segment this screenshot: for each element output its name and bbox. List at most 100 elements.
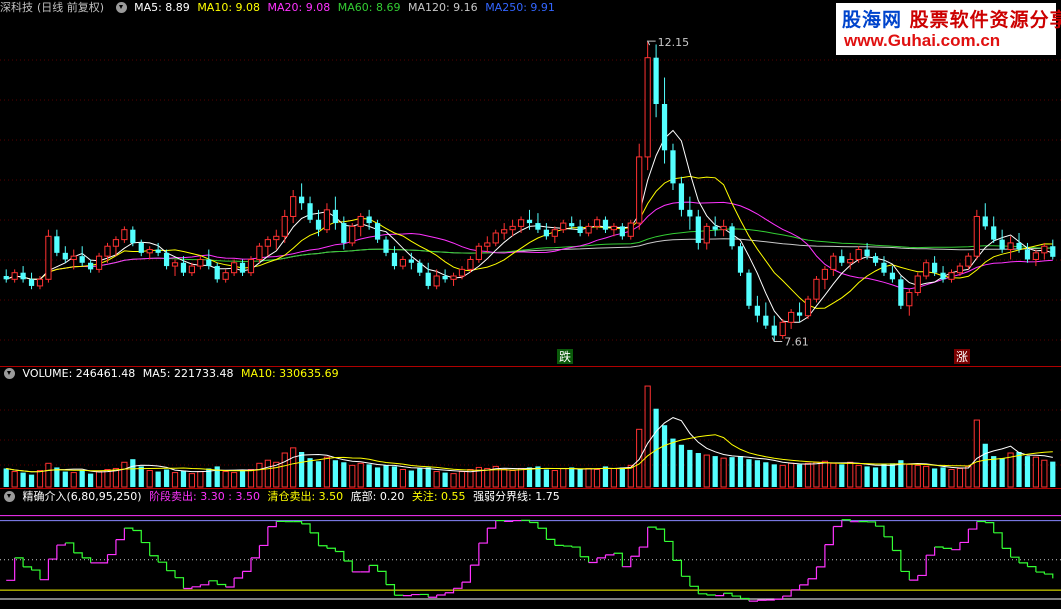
indicator-step <box>782 589 792 597</box>
volume-bar-down <box>3 468 9 487</box>
candle-body-down <box>737 246 744 273</box>
volume-bar-up <box>720 457 727 488</box>
candle-body-down <box>695 216 701 243</box>
volume-bar-down <box>991 456 997 487</box>
candle-body-down <box>408 259 414 263</box>
volume-bar-down <box>366 464 372 487</box>
candle-body-down <box>687 209 693 217</box>
candle-body-up <box>779 321 786 337</box>
volume-bar-up <box>484 467 491 488</box>
volume-bar-down <box>881 464 887 487</box>
candle-body-down <box>898 279 904 306</box>
candle-body-down <box>425 272 431 286</box>
indicator-step <box>613 552 623 567</box>
indicator-step <box>630 547 640 557</box>
candle-body-up <box>948 272 955 280</box>
indicator-step <box>242 557 252 572</box>
candle-body-down <box>332 209 338 224</box>
indicator-step <box>639 527 649 548</box>
indicator-step <box>141 541 151 556</box>
candle-body-down <box>712 226 718 230</box>
volume-bar-up <box>11 471 18 488</box>
indicator-step <box>951 542 961 551</box>
indicator-step <box>14 557 24 567</box>
volume-bar-down <box>526 467 533 487</box>
indicator-step <box>453 582 463 589</box>
volume-bar-down <box>417 468 423 487</box>
volume-bar-up <box>399 468 407 488</box>
candle-body-up <box>830 255 837 270</box>
candle-body-up <box>357 215 364 227</box>
candle-body-up <box>855 249 862 260</box>
low-price-label: 7.61 <box>784 335 809 348</box>
indicator-step <box>132 529 142 543</box>
volume-bar-up <box>197 471 204 488</box>
volume-bar-down <box>982 443 988 487</box>
indicator-step <box>976 520 986 523</box>
volume-bar-up <box>36 470 44 488</box>
volume-bar-up <box>956 467 964 488</box>
volume-bar-up <box>247 468 255 488</box>
volume-bar-down <box>88 473 94 487</box>
volume-bar-down <box>839 464 845 487</box>
volume-bar-down <box>1050 461 1056 487</box>
ma60-line <box>6 228 1053 280</box>
volume-bar-up <box>323 456 331 488</box>
volume-bar-down <box>746 459 752 487</box>
candle-body-up <box>813 278 820 300</box>
ma120-line <box>259 238 1053 262</box>
indicator-step <box>985 522 995 533</box>
volume-bar-down <box>332 460 338 487</box>
volume-bar-up <box>146 470 153 488</box>
indicator-step <box>1035 571 1045 575</box>
candle-body-up <box>551 229 558 237</box>
indicator-step <box>824 526 834 546</box>
indicator-step <box>259 526 269 547</box>
indicator-step <box>23 566 33 571</box>
candle-body-down <box>341 223 347 243</box>
indicator-step <box>521 519 531 523</box>
candle-body-down <box>864 249 870 257</box>
volume-bar-up <box>779 464 786 488</box>
indicator-step <box>402 594 412 597</box>
candle-body-up <box>399 258 407 267</box>
indicator-step <box>124 527 134 531</box>
volume-bar-up <box>585 467 592 488</box>
indicator-step <box>563 545 573 548</box>
candle-body-up <box>501 229 508 234</box>
indicator-step <box>934 546 944 549</box>
indicator-step <box>1027 566 1037 573</box>
volume-bar-down <box>687 449 693 487</box>
volume-bar-down <box>138 466 144 487</box>
volume-bar-down <box>1016 451 1022 487</box>
indicator-step <box>326 547 336 552</box>
indicator-step <box>647 526 657 530</box>
volume-bar-up <box>855 464 862 488</box>
volume-ma10-line <box>6 434 1053 473</box>
indicator-step <box>774 596 784 600</box>
candle-body-down <box>62 252 68 260</box>
candle-body-up <box>349 225 356 244</box>
indicator-step <box>808 566 818 580</box>
volume-bar-down <box>28 474 35 487</box>
indicator-step <box>310 532 320 546</box>
candle-body-up <box>70 255 77 260</box>
indicator-step <box>571 546 581 557</box>
candle-body-down <box>206 259 212 267</box>
stock-chart[interactable]: 12.15 7.61 跌 涨 <box>0 0 1061 609</box>
candle-body-up <box>222 272 229 280</box>
volume-bar-down <box>391 466 398 487</box>
candle-body-down <box>661 104 668 151</box>
candle-body-down <box>54 236 60 253</box>
candle-body-down <box>577 226 583 233</box>
candle-body-up <box>585 225 592 234</box>
candle-body-down <box>932 262 938 273</box>
volume-bar-down <box>999 458 1005 487</box>
volume-bar-up <box>1007 452 1014 488</box>
volume-bar-down <box>661 425 668 487</box>
volume-bar-down <box>79 470 85 487</box>
candle-body-up <box>475 245 482 260</box>
indicator-step <box>225 578 235 588</box>
volume-bar-down <box>864 466 870 487</box>
indicator-step <box>6 557 16 581</box>
